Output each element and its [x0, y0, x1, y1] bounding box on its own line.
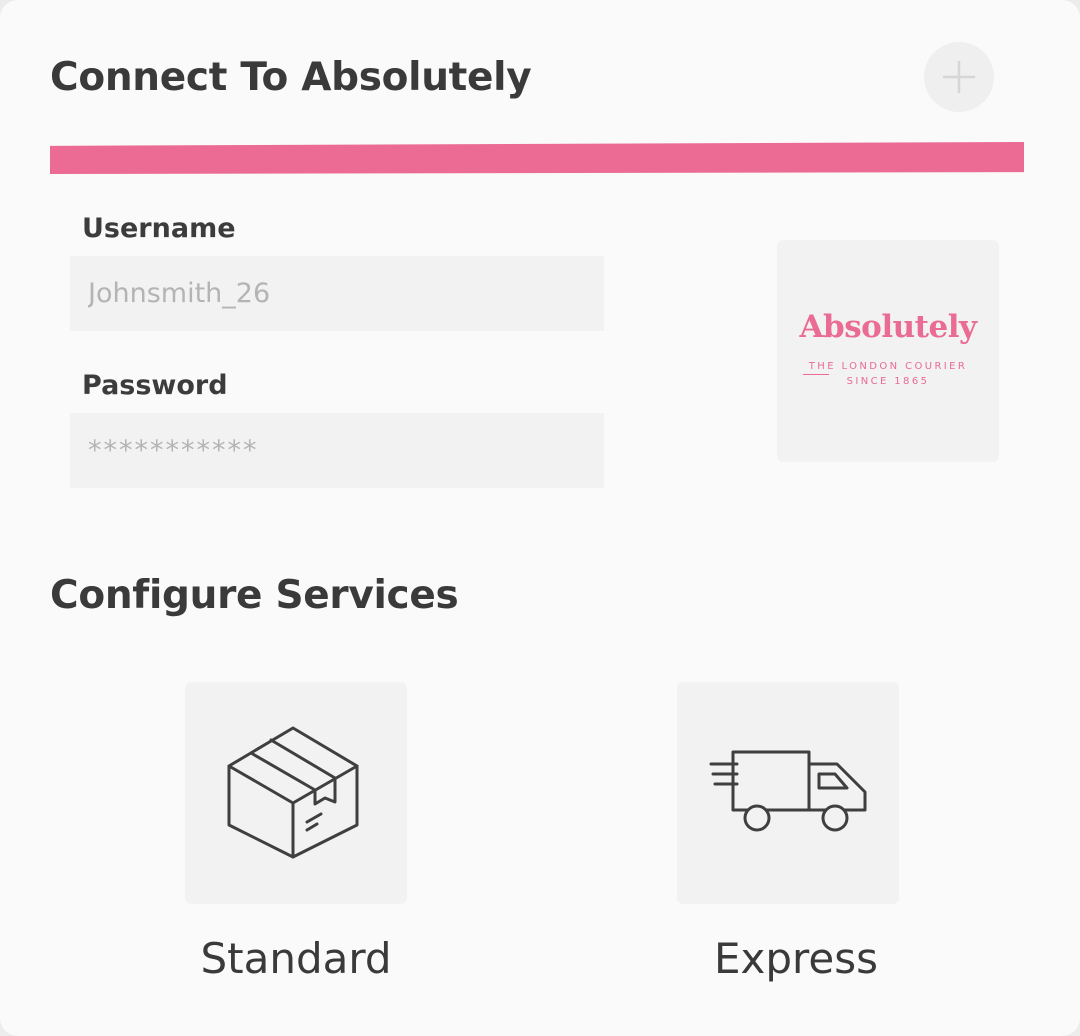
- password-label: Password: [82, 370, 228, 401]
- service-express-tile[interactable]: [677, 682, 899, 904]
- service-standard-tile[interactable]: [185, 682, 407, 904]
- logo-since: SINCE 1865: [846, 376, 930, 387]
- plus-icon: [942, 60, 976, 94]
- service-express-label: Express: [713, 934, 878, 983]
- connect-title: Connect To Absolutely: [50, 55, 532, 100]
- accent-bar: [50, 142, 1024, 174]
- services-title: Configure Services: [50, 573, 459, 618]
- service-standard-label: Standard: [200, 934, 392, 983]
- connect-card: Connect To Absolutely Username Password …: [0, 0, 1080, 1036]
- logo-wordmark: Absolutely: [799, 309, 977, 345]
- courier-logo: Absolutely THE LONDON COURIER SINCE 1865: [777, 240, 999, 462]
- username-label: Username: [82, 213, 236, 244]
- username-input[interactable]: [70, 256, 604, 331]
- logo-tagline: THE LONDON COURIER: [808, 361, 968, 372]
- password-input[interactable]: [70, 413, 604, 488]
- package-box-icon: [227, 726, 359, 859]
- logo-underline: [803, 374, 829, 375]
- delivery-truck-icon: [709, 750, 867, 832]
- add-button[interactable]: [924, 42, 994, 112]
